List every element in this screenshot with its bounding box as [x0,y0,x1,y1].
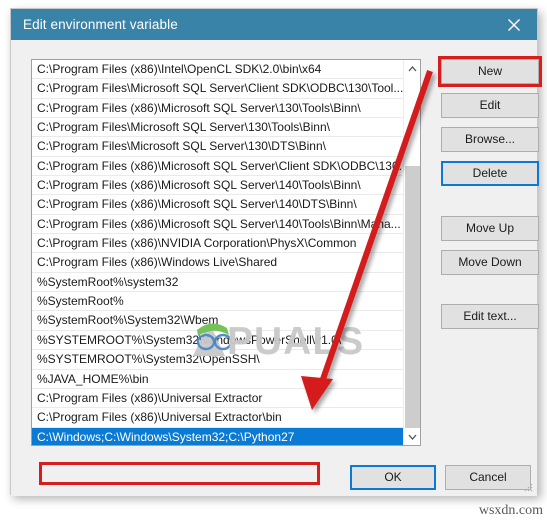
list-item[interactable]: C:\Program Files (x86)\Microsoft SQL Ser… [32,176,404,196]
list-item[interactable]: C:\Program Files\Microsoft SQL Server\Cl… [32,79,404,99]
list-item[interactable]: %SYSTEMROOT%\System32\OpenSSH\ [32,350,404,370]
list-item[interactable]: C:\Program Files\Microsoft SQL Server\13… [32,137,404,157]
cancel-button[interactable]: Cancel [445,465,531,490]
dialog-title: Edit environment variable [23,17,178,32]
selected-list-row[interactable]: C:\Windows;C:\Windows\System32;C:\Python… [32,427,404,445]
list-item[interactable]: %SystemRoot%\system32 [32,272,404,293]
browse-button[interactable]: Browse... [441,127,539,152]
list-item[interactable]: %JAVA_HOME%\bin [32,369,404,389]
list-item[interactable]: C:\Program Files (x86)\Intel\OpenCL SDK\… [32,60,404,80]
dialog-body: C:\Program Files (x86)\Intel\OpenCL SDK\… [11,40,542,496]
list-item[interactable]: %SYSTEMROOT%\System32\WindowsPowerShell\… [32,330,404,351]
move-down-button[interactable]: Move Down [441,250,539,275]
list-item[interactable]: C:\Program Files (x86)\Microsoft SQL Ser… [32,98,404,119]
list-item[interactable]: C:\Program Files (x86)\NVIDIA Corporatio… [32,234,404,254]
close-icon[interactable] [491,9,537,40]
list-item[interactable]: C:\Program Files (x86)\Microsoft SQL Ser… [32,156,404,177]
list-item[interactable]: C:\Program Files\Microsoft SQL Server\13… [32,118,404,138]
annotation-box-selected-row [39,462,320,485]
list-item[interactable]: %SystemRoot% [32,292,404,312]
ok-button[interactable]: OK [350,465,436,490]
vertical-scrollbar[interactable] [403,60,420,445]
edit-text-button[interactable]: Edit text... [441,304,539,329]
screenshot-canvas: Edit environment variable C:\Program Fil… [0,0,547,521]
list-item[interactable]: C:\Program Files (x86)\Microsoft SQL Ser… [32,195,404,215]
move-up-button[interactable]: Move Up [441,216,539,241]
path-list[interactable]: C:\Program Files (x86)\Intel\OpenCL SDK\… [32,60,404,445]
chevron-up-icon[interactable] [404,60,420,77]
path-listbox[interactable]: C:\Program Files (x86)\Intel\OpenCL SDK\… [31,59,421,446]
edit-environment-variable-dialog: Edit environment variable C:\Program Fil… [10,8,542,496]
list-item[interactable]: C:\Program Files (x86)\Windows Live\Shar… [32,253,404,273]
list-item[interactable]: C:\Program Files (x86)\Universal Extract… [32,388,404,409]
list-item[interactable]: %SystemRoot%\System32\Wbem [32,311,404,331]
list-item[interactable]: C:\Program Files (x86)\Microsoft SQL Ser… [32,214,404,235]
dialog-titlebar: Edit environment variable [11,9,537,40]
list-item[interactable]: C:\Program Files (x86)\Universal Extract… [32,408,404,428]
edit-button[interactable]: Edit [441,93,539,118]
chevron-down-icon[interactable] [404,428,420,445]
scrollbar-thumb[interactable] [405,166,420,432]
resize-grip-icon[interactable] [524,483,533,492]
delete-button[interactable]: Delete [441,161,539,186]
source-watermark: wsxdn.com [478,503,543,518]
new-button[interactable]: New [441,59,539,84]
